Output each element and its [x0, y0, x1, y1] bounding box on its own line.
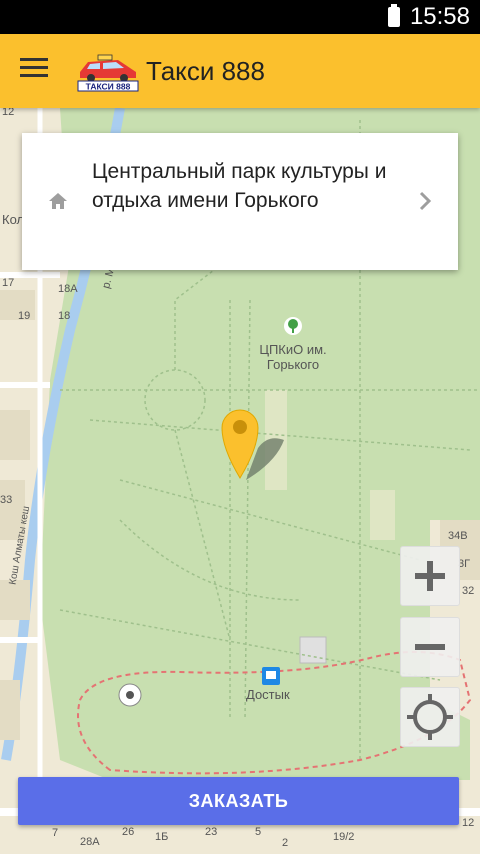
house-number: 28А [80, 836, 100, 848]
house-number: 19 [18, 310, 31, 322]
crosshair-icon [407, 694, 453, 740]
house-number: 32 [462, 585, 475, 597]
chevron-right-icon [419, 191, 432, 211]
street-name: Кол [2, 212, 25, 227]
park-label: ЦПКиО им. Горького [259, 342, 327, 372]
menu-icon-line [20, 66, 48, 69]
house-number: 2 [282, 837, 289, 849]
house-number: 18 [58, 310, 71, 322]
house-number: 19/2 [333, 831, 355, 843]
logo-text: ТАКСИ 888 [86, 82, 131, 92]
house-number: 17 [2, 277, 15, 289]
menu-icon-line [20, 74, 48, 77]
home-icon [49, 193, 67, 209]
zoom-out-button[interactable] [400, 617, 460, 677]
metro-label: Достык [246, 687, 290, 702]
house-number: 12 [462, 817, 475, 829]
order-button[interactable]: ЗАКАЗАТЬ [18, 777, 459, 825]
destination-card[interactable]: Центральный парк культуры и отдыха имени… [22, 133, 458, 270]
house-number: 1Б [155, 831, 169, 843]
status-bar: 15:58 [0, 0, 480, 34]
my-location-button[interactable] [400, 687, 460, 747]
menu-icon-line [20, 58, 48, 61]
destination-text: Центральный парк культуры и отдыха имени… [92, 160, 387, 212]
house-number: 18А [58, 283, 78, 295]
house-number: 5 [255, 826, 262, 838]
zoom-in-button[interactable] [400, 546, 460, 606]
status-time: 15:58 [409, 3, 470, 30]
taxi-logo: ТАКСИ 888 [77, 54, 139, 92]
location-pin-icon[interactable] [216, 404, 288, 484]
minus-icon [415, 644, 445, 650]
house-number: 26 [122, 826, 135, 838]
app-bar: ТАКСИ 888 Такси 888 [0, 34, 480, 108]
plus-icon [415, 561, 445, 591]
house-number: 23 [205, 826, 218, 838]
menu-button[interactable] [20, 58, 48, 84]
battery-icon [388, 4, 400, 27]
house-number: 33 [0, 494, 13, 506]
app-title: Такси 888 [146, 56, 265, 86]
house-number: 7 [52, 827, 59, 839]
house-number: 34В [448, 530, 468, 542]
